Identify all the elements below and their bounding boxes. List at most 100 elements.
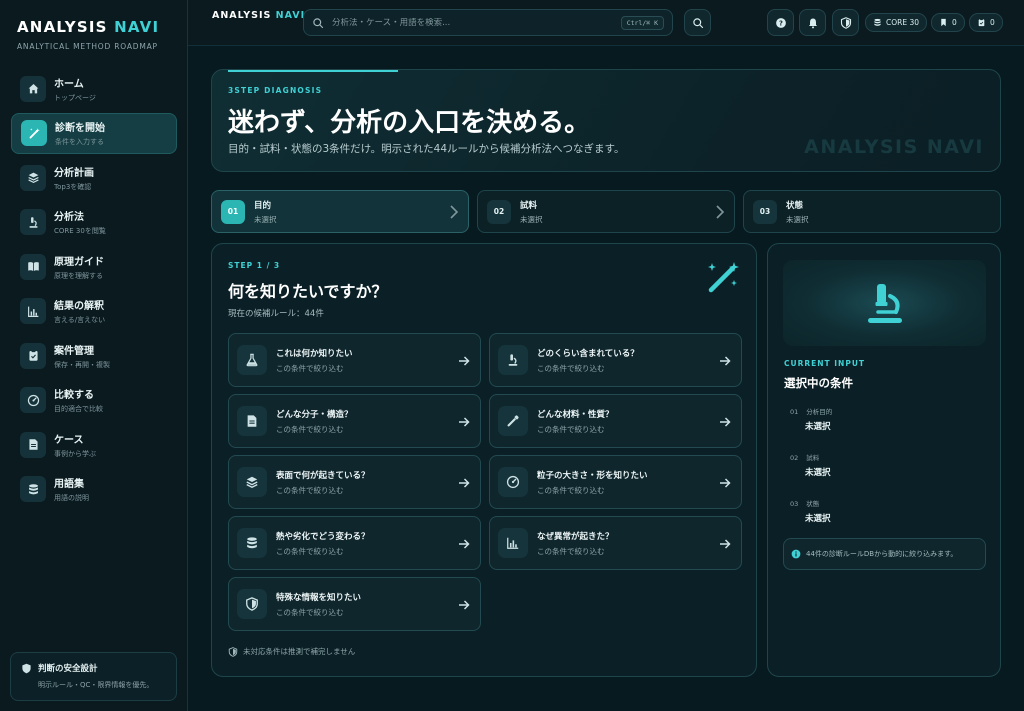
condition-label: 状態 [806,500,820,508]
option-material[interactable]: どんな材料・性質？ この条件で絞り込む [489,394,742,448]
step-tracker: 01 目的未選択 02 試料 未選択 03 状態 未選択 [211,190,1001,233]
option-label: どんな分子・構造？ [276,409,353,420]
shield-icon [237,589,267,619]
step-label: 状態 [786,200,804,211]
option-thermal[interactable]: 熱や劣化でどう変わる？ この条件で絞り込む [228,516,481,570]
clipboard-pill[interactable]: 0 [969,13,1003,32]
brand-title: ANALYSIS NAVI [17,18,160,36]
step-number: 01 [221,199,245,224]
sidebar-item-glossary[interactable]: 用語集 用語の説明 [11,469,177,510]
arrow-right-icon [720,417,731,427]
sidebar-item-projects[interactable]: 案件管理保存・再開・複製 [11,335,177,376]
shield-icon [840,16,851,29]
safety-sub: 明示ルール・QC・限界情報を優先。 [38,681,154,689]
topbar-brand[interactable]: ANALYSIS NAVI [212,10,305,21]
condition-label: 試料 [806,454,820,462]
option-label: どのくらい含まれている？ [537,348,639,359]
clipboard-icon [20,342,46,369]
option-special[interactable]: 特殊な情報を知りたい この条件で絞り込む [228,577,481,631]
step-state[interactable]: 03 状態 未選択 [743,190,1001,233]
safety-title: 判断の安全設計 [38,664,98,674]
sidebar-item-label: 診断を開始 [55,123,105,134]
svg-text:?: ? [779,19,783,27]
option-label: これは何か知りたい [276,348,353,359]
home-icon [20,75,46,102]
hero-accent-line [228,70,398,72]
sidebar-item-sub: 言える/言えない [54,316,106,324]
step-label: 目的 [254,200,272,211]
panel-title: 選択中の条件 [784,376,853,390]
help-button[interactable]: ? [767,9,794,36]
sidebar-item-label: 分析法 [54,212,84,223]
topbar: ANALYSIS NAVI Ctrl/⌘ K ? CORE 30 0 0 [188,0,1024,46]
option-anomaly[interactable]: なぜ異常が起きた？ この条件で絞り込む [489,516,742,570]
sidebar-item-results[interactable]: 結果の解釈 言える/言えない [11,291,177,332]
microscope-icon [20,209,46,235]
security-button[interactable] [832,9,859,36]
sidebar-item-label: 分析計画 [54,167,94,179]
sidebar-item-home[interactable]: ホーム トップページ [11,68,177,109]
sidebar-item-sub: Top3を確認 [54,182,92,191]
option-sub: この条件で絞り込む [276,485,344,495]
option-sub: この条件で絞り込む [276,363,344,373]
search-button[interactable] [684,9,711,36]
sidebar-nav: ホーム トップページ 診断を開始条件を入力する 分析計画 Top3を確認 分析法 CO… [11,68,177,513]
hero-kicker: 3STEP DIAGNOSIS [228,86,323,95]
panel-note: 44件の診断ルールDBから動的に絞り込みます。 [783,538,986,570]
condition-value: 未選択 [805,422,831,432]
question-card: STEP 1 / 3 何を知りたいですか？ 現在の候補ルール：44件 これは何か… [211,243,757,677]
sidebar-item-label: ホーム [54,78,84,90]
core-pill[interactable]: CORE 30 [865,13,928,32]
notifications-button[interactable] [799,9,826,36]
sidebar-item-sub: 保存・再開・複製 [54,360,110,369]
bookmark-count: 0 [952,18,957,27]
sidebar-item-compare[interactable]: 比較する 目的適合で比較 [11,380,177,421]
search-input[interactable] [332,17,621,28]
option-sub: この条件で絞り込む [537,546,605,556]
gauge-icon [20,387,46,413]
document-icon [20,431,46,458]
sidebar-item-cases[interactable]: ケース 事例から学ぶ [11,424,177,465]
sidebar-item-methods[interactable]: 分析法 CORE 30を閲覧 [11,202,177,243]
hero-description: 目的・試料・状態の3条件だけ。明示された44ルールから候補分析法へつなぎます。 [228,143,625,155]
hero-banner: 3STEP DIAGNOSIS 迷わず、分析の入口を決める。 目的・試料・状態の… [211,69,1001,172]
brand[interactable]: ANALYSIS NAVI ANALYTICAL METHOD ROADMAP [17,18,159,51]
wand-icon [21,120,47,146]
gauge-icon [498,467,528,497]
step-value: 未選択 [254,214,277,224]
option-sub: この条件で絞り込む [276,546,344,556]
sidebar-item-label: 原理ガイド [54,256,104,268]
clipboard-icon [978,18,985,27]
brand-subtitle: ANALYTICAL METHOD ROADMAP [17,42,158,51]
search-box[interactable]: Ctrl/⌘ K [303,9,673,36]
step-sample[interactable]: 02 試料 未選択 [477,190,735,233]
sidebar-item-label: 案件管理 [54,345,94,357]
sidebar: ANALYSIS NAVI ANALYTICAL METHOD ROADMAP … [0,0,188,711]
bell-icon [808,18,817,28]
sidebar-item-principles[interactable]: 原理ガイド原理を理解する [11,246,177,287]
option-label: 熱や劣化でどう変わる？ [276,531,370,542]
option-structure[interactable]: どんな分子・構造？ この条件で絞り込む [228,394,481,448]
sidebar-item-label: ケース [54,434,84,446]
sidebar-item-sub: 条件を入力する [55,138,104,146]
option-surface[interactable]: 表面で何が起きている？ この条件で絞り込む [228,455,481,509]
option-quantity[interactable]: どのくらい含まれている？ この条件で絞り込む [489,333,742,387]
option-sub: この条件で絞り込む [537,485,605,495]
database-icon [20,476,46,502]
step-number: 03 [753,199,777,224]
search-icon [313,17,324,28]
step-purpose[interactable]: 01 目的未選択 [211,190,469,233]
condition-state: 03 状態 未選択 [790,498,970,524]
sidebar-item-plan[interactable]: 分析計画 Top3を確認 [11,157,177,198]
sidebar-item-sub: 事例から学ぶ [54,449,96,458]
option-identify[interactable]: これは何か知りたい この条件で絞り込む [228,333,481,387]
pipette-icon [498,406,528,436]
sidebar-item-sub: 目的適合で比較 [54,405,103,413]
option-particle[interactable]: 粒子の大きさ・形を知りたい この条件で絞り込む [489,455,742,509]
microscope-icon [867,284,902,323]
chevron-right-icon [716,205,725,219]
bookmarks-pill[interactable]: 0 [931,13,965,32]
hero-title: 迷わず、分析の入口を決める。 [228,108,591,138]
sidebar-item-sub: 原理を理解する [54,271,103,280]
sidebar-item-diagnosis[interactable]: 診断を開始条件を入力する [11,112,177,154]
